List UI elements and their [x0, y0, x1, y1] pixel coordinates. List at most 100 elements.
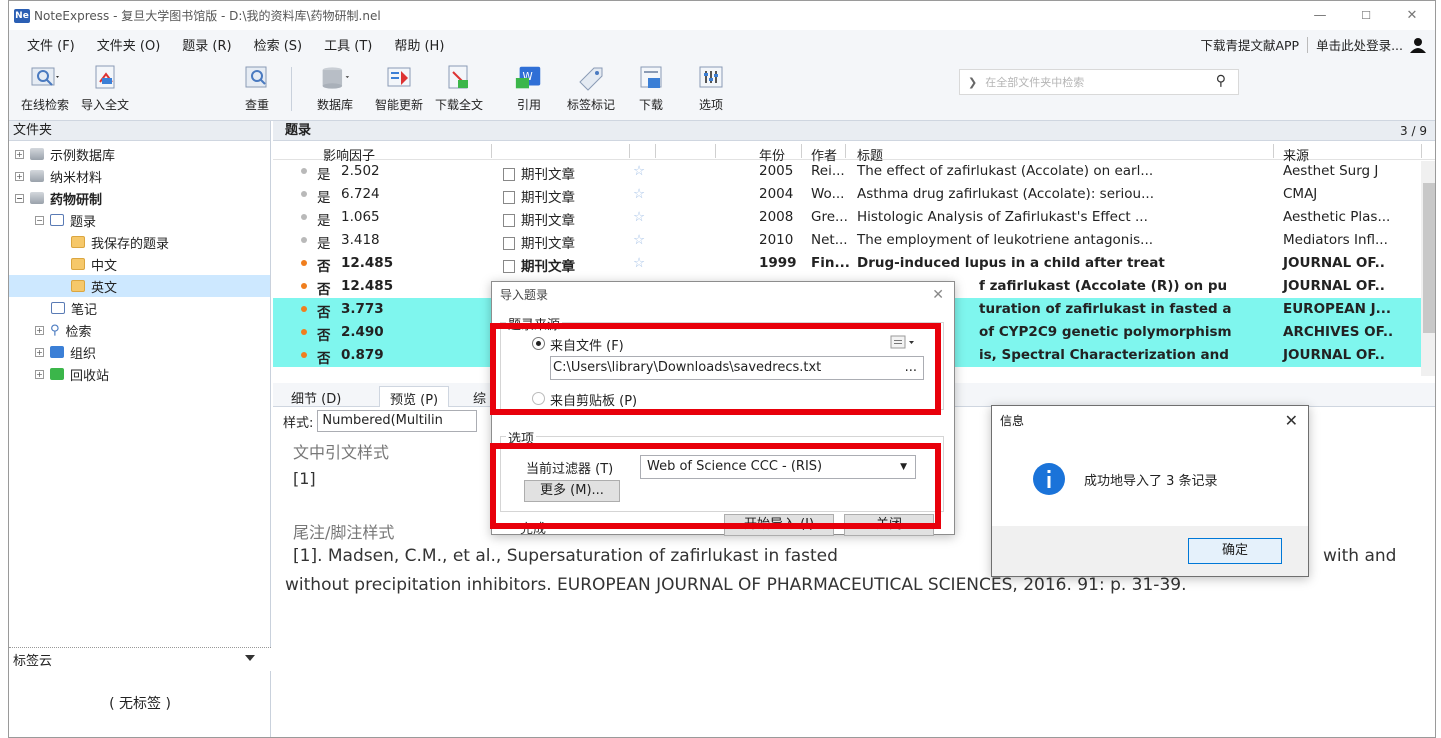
expand-icon[interactable]: +: [35, 325, 44, 335]
tag-mark-button[interactable]: 标签标记: [563, 63, 619, 113]
maximize-button[interactable]: ☐: [1343, 1, 1389, 30]
database-button[interactable]: 数据库: [307, 63, 363, 113]
star-icon[interactable]: ☆: [633, 232, 645, 248]
tree-item-saved[interactable]: 我保存的题录: [71, 231, 169, 253]
menu-search[interactable]: 检索 (S): [254, 35, 303, 54]
style-select[interactable]: Numbered(Multilin: [317, 410, 478, 432]
import-fulltext-icon: [95, 65, 115, 89]
download-label: 下载: [638, 98, 663, 112]
tree-item-notes[interactable]: 笔记: [51, 297, 97, 319]
cite-button[interactable]: W 引用: [501, 63, 557, 113]
user-icon[interactable]: [1409, 37, 1427, 53]
tree-item-english[interactable]: 英文: [9, 275, 270, 297]
notes-icon: [51, 302, 65, 314]
login-link[interactable]: 单击此处登录...: [1316, 35, 1403, 54]
vertical-scrollbar[interactable]: [1421, 161, 1435, 376]
ok-button[interactable]: 确定: [1188, 538, 1282, 564]
collapse-icon[interactable]: −: [35, 215, 44, 225]
download-fulltext-label: 下载全文: [434, 98, 483, 112]
expand-icon[interactable]: +: [15, 171, 24, 181]
menu-tools[interactable]: 工具 (T): [324, 35, 372, 54]
impact-factor: 3.418: [341, 232, 380, 248]
star-icon[interactable]: ☆: [633, 163, 645, 179]
table-row[interactable]: 是 3.418 期刊文章 ☆ 2010 Net... The employment o…: [273, 229, 1435, 252]
dedup-button[interactable]: 查重: [229, 63, 285, 113]
table-row[interactable]: 是 6.724 期刊文章 ☆ 2004 Wo... Asthma drug zafir…: [273, 183, 1435, 206]
chevron-down-icon[interactable]: ❯: [968, 76, 977, 89]
table-row[interactable]: 否 12.485 期刊文章 ☆ 1999 Fin... Drug-induced lu…: [273, 252, 1435, 275]
record-type: 期刊文章: [503, 209, 575, 229]
menu-bar: 文件 (F) 文件夹 (O) 题录 (R) 检索 (S) 工具 (T) 帮助 (…: [9, 30, 1435, 59]
toolbar: 在线检索 导入全文 查重 数据库 智能更新 下载全文 W 引用 标签标记 下载 …: [9, 59, 1435, 121]
star-icon[interactable]: ☆: [633, 255, 645, 271]
footnote-line-1-end: with and: [1323, 546, 1397, 566]
table-row[interactable]: 是 2.502 期刊文章 ☆ 2005 Rei... The effect of za…: [273, 160, 1435, 183]
minimize-button[interactable]: —: [1297, 1, 1343, 30]
expand-icon[interactable]: +: [15, 149, 24, 159]
smart-update-button[interactable]: 智能更新: [371, 63, 427, 113]
close-icon[interactable]: ✕: [932, 282, 944, 308]
import-fulltext-button[interactable]: 导入全文: [77, 63, 133, 113]
online-search-button[interactable]: 在线检索: [17, 63, 73, 113]
tag-cloud-title: 标签云: [13, 654, 53, 669]
impact-factor: 2.502: [341, 163, 380, 179]
info-dialog-title: 信息: [1000, 414, 1025, 428]
expand-icon[interactable]: +: [35, 347, 44, 357]
star-icon[interactable]: ☆: [633, 186, 645, 202]
menu-separator: [1307, 36, 1309, 53]
impact-factor: 0.879: [341, 347, 384, 363]
tree-item-drug[interactable]: − 药物研制: [15, 187, 102, 209]
recycle-bin-icon: [50, 368, 64, 380]
in-text-style-heading: 文中引文样式: [293, 443, 390, 462]
tree-item-recycle[interactable]: + 回收站: [35, 363, 109, 385]
source: JOURNAL OF..: [1283, 347, 1385, 363]
download-app-link[interactable]: 下载青提文献APP: [1200, 35, 1299, 54]
document-icon: [503, 237, 515, 250]
collapse-icon[interactable]: −: [15, 193, 24, 203]
search-input[interactable]: 在全部文件夹中检索: [985, 74, 1084, 90]
menu-records[interactable]: 题录 (R): [182, 35, 231, 54]
scrollbar-thumb[interactable]: [1423, 183, 1435, 333]
options-button[interactable]: 选项: [683, 63, 739, 113]
download-button[interactable]: 下载: [623, 63, 679, 113]
year: 2010: [759, 232, 794, 248]
menu-file[interactable]: 文件 (F): [27, 35, 75, 54]
search-icon[interactable]: ⚲: [1216, 73, 1226, 89]
download-fulltext-button[interactable]: 下载全文: [431, 63, 487, 113]
star-icon[interactable]: ☆: [633, 209, 645, 225]
search-box[interactable]: ❯ 在全部文件夹中检索 ⚲: [959, 69, 1239, 95]
info-dialog-body: 成功地导入了 3 条记录: [992, 436, 1308, 526]
menu-folder[interactable]: 文件夹 (O): [97, 35, 161, 54]
table-row[interactable]: 是 1.065 期刊文章 ☆ 2008 Gre... Histologic Analy…: [273, 206, 1435, 229]
style-selector-row: 样式: Numbered(Multilin: [283, 410, 478, 432]
tree-item-organize[interactable]: + 组织: [35, 341, 96, 363]
options-label: 选项: [698, 98, 723, 112]
annotation-box-source: [490, 323, 941, 415]
tree-item-label: 我保存的题录: [91, 236, 170, 252]
tree-item-label: 笔记: [71, 302, 98, 318]
tab-preview[interactable]: 预览 (P): [379, 386, 450, 408]
dropdown-arrow-icon[interactable]: [245, 655, 255, 661]
source: JOURNAL OF..: [1283, 278, 1385, 294]
tree-item-label: 组织: [70, 346, 97, 362]
tree-item-search[interactable]: + ⚲ 检索: [35, 319, 92, 341]
expand-icon[interactable]: +: [35, 369, 44, 379]
tab-detail[interactable]: 细节 (D): [281, 386, 351, 407]
tag-cloud-header[interactable]: 标签云: [9, 647, 271, 671]
title: The effect of zafirlukast (Accolate) on …: [857, 163, 1154, 179]
tree-item-records[interactable]: − 题录: [35, 209, 96, 231]
tree-item-label: 检索: [65, 324, 92, 340]
close-window-button[interactable]: ✕: [1389, 1, 1435, 30]
tree-item-sample-db[interactable]: + 示例数据库: [15, 143, 115, 165]
info-dialog-titlebar: 信息 ✕: [992, 406, 1308, 436]
close-icon[interactable]: ✕: [1285, 406, 1298, 436]
tree-item-chinese[interactable]: 中文: [71, 253, 117, 275]
record-type: 期刊文章: [503, 232, 575, 252]
read-status: 否: [317, 351, 331, 367]
tree-item-label: 示例数据库: [50, 148, 116, 164]
folder-icon: [71, 258, 85, 270]
tree-item-nano[interactable]: + 纳米材料: [15, 165, 102, 187]
read-status: 是: [317, 190, 331, 206]
menu-help[interactable]: 帮助 (H): [394, 35, 444, 54]
source: JOURNAL OF..: [1283, 255, 1385, 271]
